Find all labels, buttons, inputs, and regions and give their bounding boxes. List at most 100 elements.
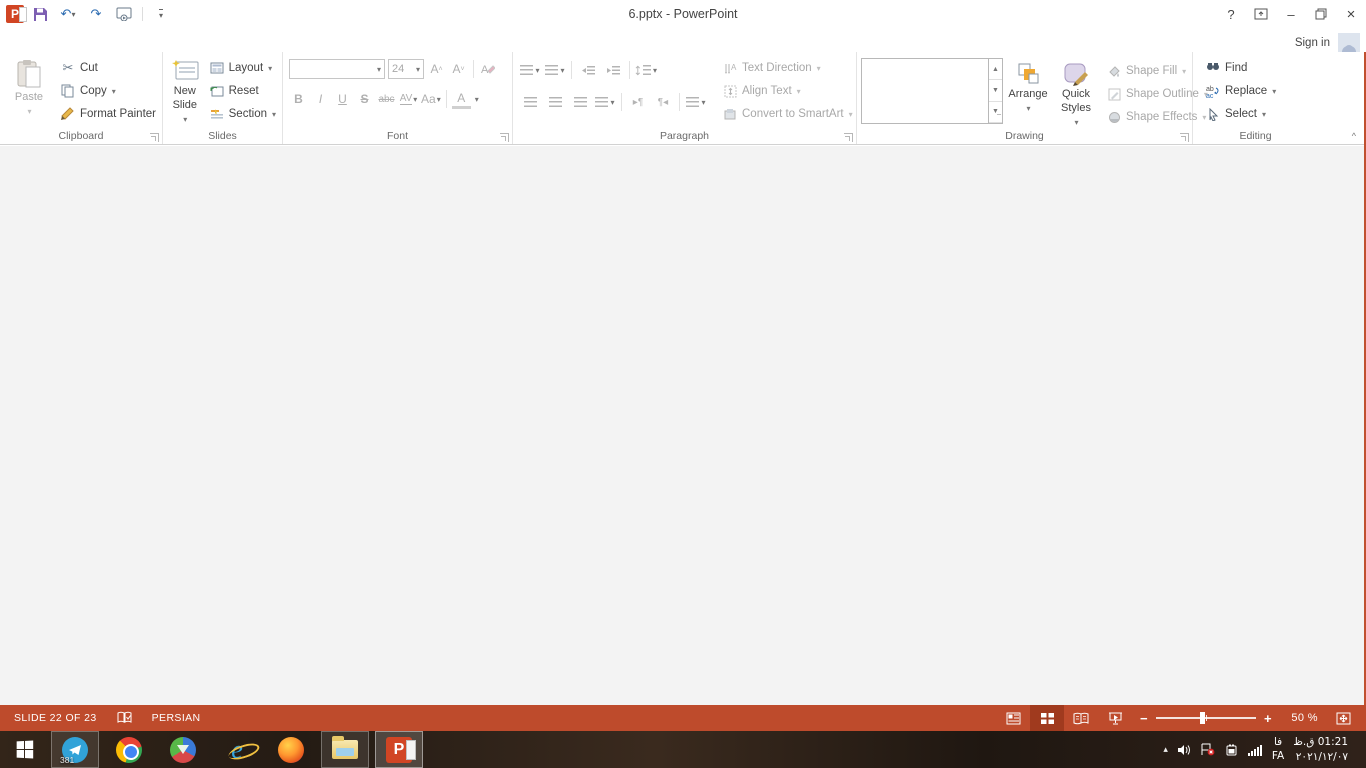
- network-signal-icon[interactable]: [1247, 744, 1263, 756]
- align-text-button[interactable]: Align Text▾: [719, 80, 856, 102]
- collapse-ribbon-button[interactable]: ^: [1352, 131, 1356, 141]
- numbering-button[interactable]: ▾: [544, 60, 566, 81]
- copy-button[interactable]: Copy▾: [56, 80, 160, 102]
- sign-in[interactable]: Sign in: [1295, 33, 1366, 52]
- font-size-combo[interactable]: 24▾: [388, 59, 424, 79]
- align-left-button[interactable]: [519, 92, 541, 113]
- columns-button[interactable]: ▾: [685, 92, 707, 113]
- powerpoint-taskbar-icon: P: [386, 737, 412, 763]
- spell-check-icon[interactable]: [117, 711, 132, 725]
- rtl-direction-button[interactable]: ¶◂: [652, 92, 674, 113]
- bold-button[interactable]: B: [289, 89, 308, 109]
- action-center-flag-icon[interactable]: [1200, 743, 1215, 756]
- start-button[interactable]: [0, 731, 48, 768]
- bullets-button[interactable]: ▾: [519, 60, 541, 81]
- font-dialog-launcher[interactable]: [500, 133, 509, 142]
- customize-qat-button[interactable]: ▾: [149, 3, 173, 25]
- taskbar-powerpoint-button[interactable]: P: [375, 731, 423, 768]
- close-button[interactable]: ×: [1336, 3, 1366, 25]
- ribbon-display-options-button[interactable]: [1246, 3, 1276, 25]
- change-case-button[interactable]: Aa▾: [421, 89, 441, 109]
- battery-icon[interactable]: [1224, 744, 1238, 756]
- reading-view-button[interactable]: [1064, 705, 1098, 731]
- shapes-gallery-scroll[interactable]: ▲▼▼̲: [989, 58, 1003, 124]
- strikethrough-button[interactable]: S: [355, 89, 374, 109]
- start-from-beginning-button[interactable]: [112, 3, 136, 25]
- volume-icon[interactable]: [1177, 744, 1191, 756]
- arrange-button[interactable]: Arrange ▾: [1003, 58, 1053, 130]
- clear-formatting-icon[interactable]: A: [479, 61, 495, 77]
- text-direction-button[interactable]: A Text Direction▾: [719, 57, 856, 79]
- shapes-gallery[interactable]: [861, 58, 989, 124]
- increase-font-size-button[interactable]: A˄: [427, 59, 446, 79]
- save-button[interactable]: [28, 3, 52, 25]
- font-color-button[interactable]: A: [452, 89, 471, 109]
- group-paragraph: ▾ ▾ ▾ ▾ ▸¶ ¶◂ ▾ A: [513, 52, 857, 144]
- zoom-level[interactable]: 50 %: [1284, 712, 1318, 724]
- line-spacing-button[interactable]: ▾: [635, 60, 657, 81]
- zoom-in-button[interactable]: +: [1264, 711, 1272, 726]
- copy-icon: [60, 83, 76, 99]
- slide-sorter-view-button[interactable]: [1030, 705, 1064, 731]
- taskbar-telegram-button[interactable]: 381: [51, 731, 99, 768]
- fit-to-window-button[interactable]: [1326, 705, 1360, 731]
- underline-button[interactable]: U: [333, 89, 352, 109]
- undo-button[interactable]: ↶▾: [56, 3, 80, 25]
- convert-to-smartart-button[interactable]: Convert to SmartArt▾: [719, 103, 856, 125]
- normal-view-button[interactable]: [996, 705, 1030, 731]
- windows-logo-icon: [16, 741, 33, 759]
- tray-time: 01:21 ق.ظ: [1293, 735, 1348, 749]
- slide-show-button[interactable]: [1098, 705, 1132, 731]
- clipboard-dialog-launcher[interactable]: [150, 133, 159, 142]
- taskbar-idm-button[interactable]: [159, 731, 207, 768]
- zoom-out-button[interactable]: −: [1140, 711, 1148, 726]
- slide-sorter-pane[interactable]: [0, 146, 1366, 705]
- help-button[interactable]: ?: [1216, 3, 1246, 25]
- justify-button[interactable]: ▾: [594, 92, 616, 113]
- slide-indicator: SLIDE 22 OF 23: [14, 712, 97, 724]
- paragraph-dialog-launcher[interactable]: [844, 133, 853, 142]
- ribbon-home: Paste ▾ ✂Cut Copy▾ Format Painter Clipbo…: [0, 52, 1366, 145]
- replace-button[interactable]: abac Replace▾: [1201, 80, 1280, 102]
- font-name-combo[interactable]: ▾: [289, 59, 385, 79]
- cut-icon: ✂: [60, 60, 76, 76]
- zoom-slider-thumb[interactable]: [1200, 712, 1205, 724]
- decrease-indent-button[interactable]: [577, 60, 599, 81]
- redo-button[interactable]: ↷: [84, 3, 108, 25]
- tray-expand-icon[interactable]: ▴: [1163, 744, 1168, 755]
- account-avatar-icon[interactable]: [1338, 33, 1360, 52]
- align-center-button[interactable]: [544, 92, 566, 113]
- quick-access-toolbar: P ↶▾ ↷ ▾: [0, 3, 173, 25]
- taskbar-explorer-button[interactable]: [321, 731, 369, 768]
- reset-button[interactable]: Reset: [205, 80, 280, 102]
- taskbar-chrome-button[interactable]: [105, 731, 153, 768]
- shape-outline-icon: [1106, 86, 1122, 102]
- minimize-button[interactable]: –: [1276, 3, 1306, 25]
- taskbar-ie-button[interactable]: e: [213, 731, 261, 768]
- cut-button[interactable]: ✂Cut: [56, 57, 160, 79]
- new-slide-button[interactable]: New Slide ▾: [165, 55, 205, 127]
- quick-styles-button[interactable]: Quick Styles ▾: [1053, 58, 1099, 130]
- tray-clock[interactable]: 01:21 ق.ظ ۲۰۲۱/۱۲/۰۷: [1293, 735, 1348, 763]
- decrease-font-size-button[interactable]: A˅: [449, 59, 468, 79]
- increase-indent-button[interactable]: [602, 60, 624, 81]
- find-button[interactable]: Find: [1201, 57, 1280, 79]
- strikethrough-abc-button[interactable]: abc: [377, 89, 396, 109]
- language-switcher[interactable]: فاFA: [1272, 736, 1284, 763]
- select-button[interactable]: Select▾: [1201, 103, 1280, 125]
- language-indicator[interactable]: PERSIAN: [152, 712, 201, 724]
- drawing-dialog-launcher[interactable]: [1180, 133, 1189, 142]
- powerpoint-app-icon[interactable]: P: [6, 5, 24, 23]
- select-icon: [1205, 106, 1221, 122]
- format-painter-button[interactable]: Format Painter: [56, 103, 160, 125]
- paste-button[interactable]: Paste ▾: [2, 55, 56, 127]
- zoom-slider[interactable]: [1156, 717, 1256, 719]
- align-right-button[interactable]: [569, 92, 591, 113]
- layout-button[interactable]: Layout▾: [205, 57, 280, 79]
- restore-button[interactable]: [1306, 3, 1336, 25]
- taskbar-firefox-button[interactable]: [267, 731, 315, 768]
- section-button[interactable]: Section▾: [205, 103, 280, 125]
- ltr-direction-button[interactable]: ▸¶: [627, 92, 649, 113]
- character-spacing-button[interactable]: AV▾: [399, 89, 418, 109]
- italic-button[interactable]: I: [311, 89, 330, 109]
